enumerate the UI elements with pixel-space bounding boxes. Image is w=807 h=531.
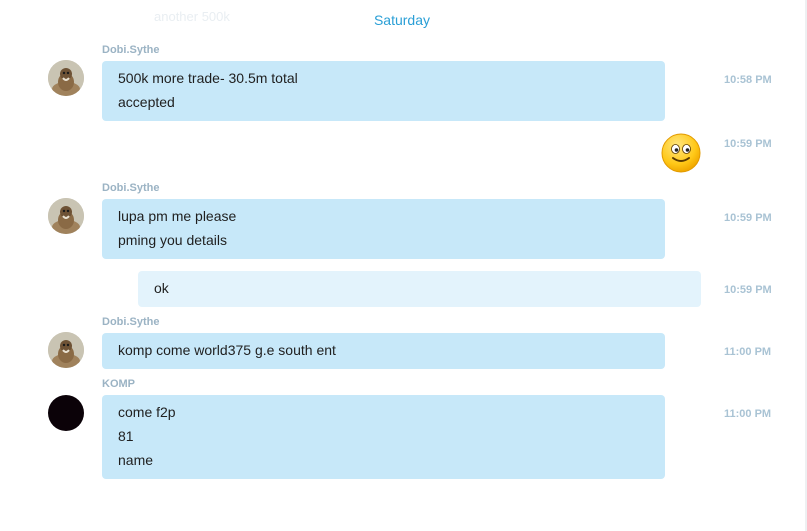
- message-text: 81: [118, 428, 134, 444]
- message-bubble[interactable]: come f2p 81 name: [102, 395, 665, 479]
- message-bubble[interactable]: lupa pm me please pming you details: [102, 199, 665, 259]
- message-text: ok: [154, 280, 169, 296]
- message-text: 500k more trade- 30.5m total: [118, 70, 298, 86]
- timestamp: 10:59 PM: [724, 284, 772, 296]
- sender-name[interactable]: KOMP: [102, 378, 135, 390]
- smile-emoticon[interactable]: [661, 133, 701, 178]
- message-text: komp come world375 g.e south ent: [118, 342, 336, 358]
- avatar-dobi-sythe[interactable]: [48, 198, 84, 234]
- avatar-dobi-sythe[interactable]: [48, 332, 84, 368]
- avatar-dobi-sythe[interactable]: [48, 60, 84, 96]
- avatar-komp[interactable]: [48, 395, 84, 431]
- message-text: accepted: [118, 94, 175, 110]
- message-text: pming you details: [118, 232, 227, 248]
- chipmunk-avatar-icon: [48, 60, 84, 96]
- message-bubble[interactable]: komp come world375 g.e south ent: [102, 333, 665, 369]
- timestamp: 11:00 PM: [724, 408, 772, 420]
- sender-name[interactable]: Dobi.Sythe: [102, 182, 159, 194]
- own-message-bubble[interactable]: ok: [138, 271, 701, 307]
- sender-name[interactable]: Dobi.Sythe: [102, 44, 159, 56]
- message-text: lupa pm me please: [118, 208, 237, 224]
- message-text: come f2p: [118, 404, 176, 420]
- chipmunk-avatar-icon: [48, 332, 84, 368]
- message-text: name: [118, 452, 154, 468]
- chipmunk-avatar-icon: [48, 198, 84, 234]
- timestamp: 11:00 PM: [724, 346, 772, 358]
- timestamp: 10:59 PM: [724, 138, 772, 150]
- sender-name[interactable]: Dobi.Sythe: [102, 316, 159, 328]
- timestamp: 10:59 PM: [724, 212, 772, 224]
- day-separator: Saturday: [373, 12, 431, 28]
- timestamp: 10:58 PM: [724, 74, 772, 86]
- message-bubble[interactable]: 500k more trade- 30.5m total accepted: [102, 61, 665, 121]
- smile-icon: [661, 133, 701, 173]
